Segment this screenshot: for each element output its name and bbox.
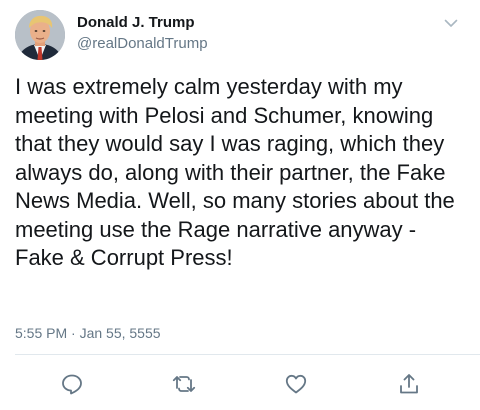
tweet-text: I was extremely calm yesterday with my m… bbox=[15, 74, 455, 270]
retweet-icon bbox=[172, 376, 196, 392]
chevron-down-icon bbox=[444, 19, 458, 27]
author-display-name[interactable]: Donald J. Trump bbox=[77, 14, 195, 31]
avatar[interactable] bbox=[15, 10, 65, 60]
tweet-card: Donald J. Trump @realDonaldTrump I was e… bbox=[0, 0, 480, 410]
tweet-actions bbox=[0, 372, 480, 398]
heart-icon bbox=[285, 374, 307, 394]
tweet-timestamp[interactable]: 5:55 PM · Jan 55, 5555 bbox=[15, 325, 161, 341]
tweet-menu-button[interactable] bbox=[442, 14, 460, 32]
reply-icon bbox=[62, 374, 82, 395]
author-handle[interactable]: @realDonaldTrump bbox=[77, 35, 208, 52]
retweet-button[interactable] bbox=[172, 372, 196, 396]
reply-button[interactable] bbox=[60, 372, 84, 396]
divider bbox=[15, 354, 480, 355]
share-button[interactable] bbox=[397, 372, 421, 396]
like-button[interactable] bbox=[284, 372, 308, 396]
share-icon bbox=[400, 374, 418, 394]
profile-photo-icon bbox=[15, 10, 65, 60]
